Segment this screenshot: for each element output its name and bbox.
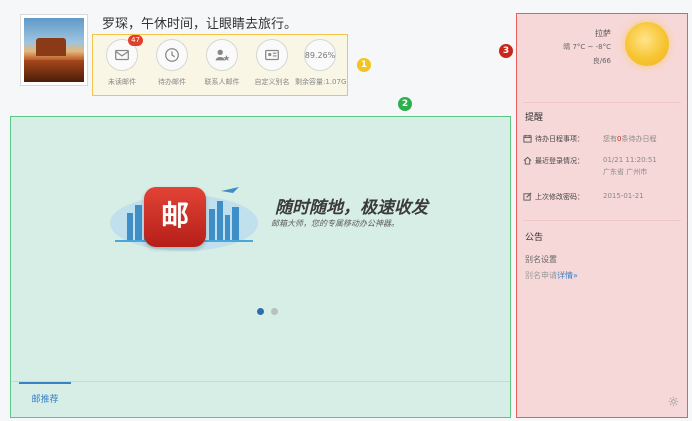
promo-panel: 邮 随时随地，极速收发 邮箱大师，您的专属移动办公神器。 邮推荐 — [10, 116, 511, 418]
todo-mail-label: 待办邮件 — [158, 78, 186, 86]
contact-star-icon — [215, 49, 230, 61]
unread-mail-label: 未读邮件 — [108, 78, 136, 86]
schedule-prefix: 您有 — [603, 135, 617, 143]
storage-capacity-circle: 89.26% — [304, 39, 336, 71]
schedule-label: 待办日程事项： — [535, 135, 584, 143]
unread-count-badge: 47 — [128, 35, 143, 46]
carousel-dot-2[interactable] — [271, 308, 278, 315]
mail-master-app-icon[interactable]: 邮 — [144, 187, 206, 247]
promo-subtitle: 邮箱大师，您的专属移动办公神器。 — [271, 219, 399, 228]
notice-detail-link[interactable]: 详情 — [557, 271, 573, 280]
sidebar-divider — [523, 102, 681, 103]
contact-mail-label: 联系人邮件 — [204, 78, 240, 86]
annotation-marker-2: 2 — [398, 97, 412, 111]
promo-tab-bar: 邮推荐 — [11, 381, 510, 417]
contact-mail-circle — [206, 39, 238, 71]
avatar-image — [24, 18, 84, 82]
schedule-suffix: 条待办日程 — [621, 135, 657, 143]
promo-title: 随时随地，极速收发 — [275, 198, 428, 218]
weather-temperature: 晴 7°C ~ -8°C — [563, 43, 611, 51]
todo-mail-button[interactable]: 待办邮件 — [149, 39, 195, 87]
reminder-title: 提醒 — [525, 113, 544, 123]
last-login-value: 01/21 11:20:51 广东省 广州市 — [603, 156, 657, 177]
edit-icon — [523, 192, 532, 201]
notice-line-text: 别名申请 — [525, 271, 557, 280]
weather-widget[interactable]: 拉萨 晴 7°C ~ -8°C 良/66 — [517, 14, 687, 94]
unread-mail-circle: 47 — [106, 35, 143, 71]
carousel-dots — [257, 308, 278, 315]
calendar-icon — [523, 134, 532, 143]
schedule-value: 您有0条待办日程 — [603, 134, 656, 144]
custom-alias-button[interactable]: 自定义别名 — [249, 39, 295, 87]
clock-icon — [165, 48, 179, 62]
sun-icon — [625, 22, 669, 66]
weather-city: 拉萨 — [595, 29, 611, 38]
password-change-date: 2015-01-21 — [603, 192, 644, 200]
notice-subtitle: 别名设置 — [525, 255, 557, 264]
id-card-icon — [265, 49, 279, 61]
custom-alias-label: 自定义别名 — [254, 78, 290, 86]
last-login-location: 广东省 广州市 — [603, 168, 648, 176]
gear-icon[interactable] — [668, 396, 679, 407]
annotation-marker-3: 3 — [499, 44, 513, 58]
notice-detail-arrow: » — [573, 271, 578, 280]
reminder-schedule[interactable]: 待办日程事项： 您有0条待办日程 — [523, 134, 656, 144]
right-sidebar: 拉萨 晴 7°C ~ -8°C 良/66 提醒 待办日程事项： 您有0条待办日程… — [516, 13, 688, 418]
reminder-password-change: 上次修改密码： 2015-01-21 — [523, 192, 644, 202]
todo-mail-circle — [156, 39, 188, 71]
storage-capacity-label: 剩余容量:1.07G — [295, 78, 347, 86]
reminder-last-login: 最近登录情况： 01/21 11:20:51 广东省 广州市 — [523, 156, 657, 177]
mail-icon — [115, 49, 129, 61]
storage-percent: 89.26% — [304, 50, 336, 60]
notice-line: 别名申请详情» — [525, 270, 578, 281]
password-change-label: 上次修改密码： — [535, 193, 584, 201]
weather-air-quality: 良/66 — [592, 57, 611, 65]
contact-mail-button[interactable]: 联系人邮件 — [199, 39, 245, 87]
unread-mail-button[interactable]: 47 未读邮件 — [99, 35, 145, 87]
notice-title: 公告 — [525, 233, 544, 243]
sidebar-divider — [523, 220, 681, 221]
greeting-text: 罗琛，午休时间，让眼睛去旅行。 — [102, 17, 298, 32]
avatar[interactable] — [20, 14, 88, 86]
custom-alias-circle — [256, 39, 288, 71]
last-login-time: 01/21 11:20:51 — [603, 156, 657, 164]
annotation-marker-1: 1 — [357, 58, 371, 72]
last-login-label: 最近登录情况： — [535, 157, 584, 165]
home-icon — [523, 156, 532, 165]
quick-access-panel: 47 未读邮件 待办邮件 联系人邮件 自定义别名 89.26% 剩余容量:1.0… — [92, 34, 348, 96]
storage-capacity[interactable]: 89.26% 剩余容量:1.07G — [295, 39, 347, 87]
carousel-dot-1[interactable] — [257, 308, 264, 315]
tab-mail-recommend[interactable]: 邮推荐 — [19, 382, 71, 405]
